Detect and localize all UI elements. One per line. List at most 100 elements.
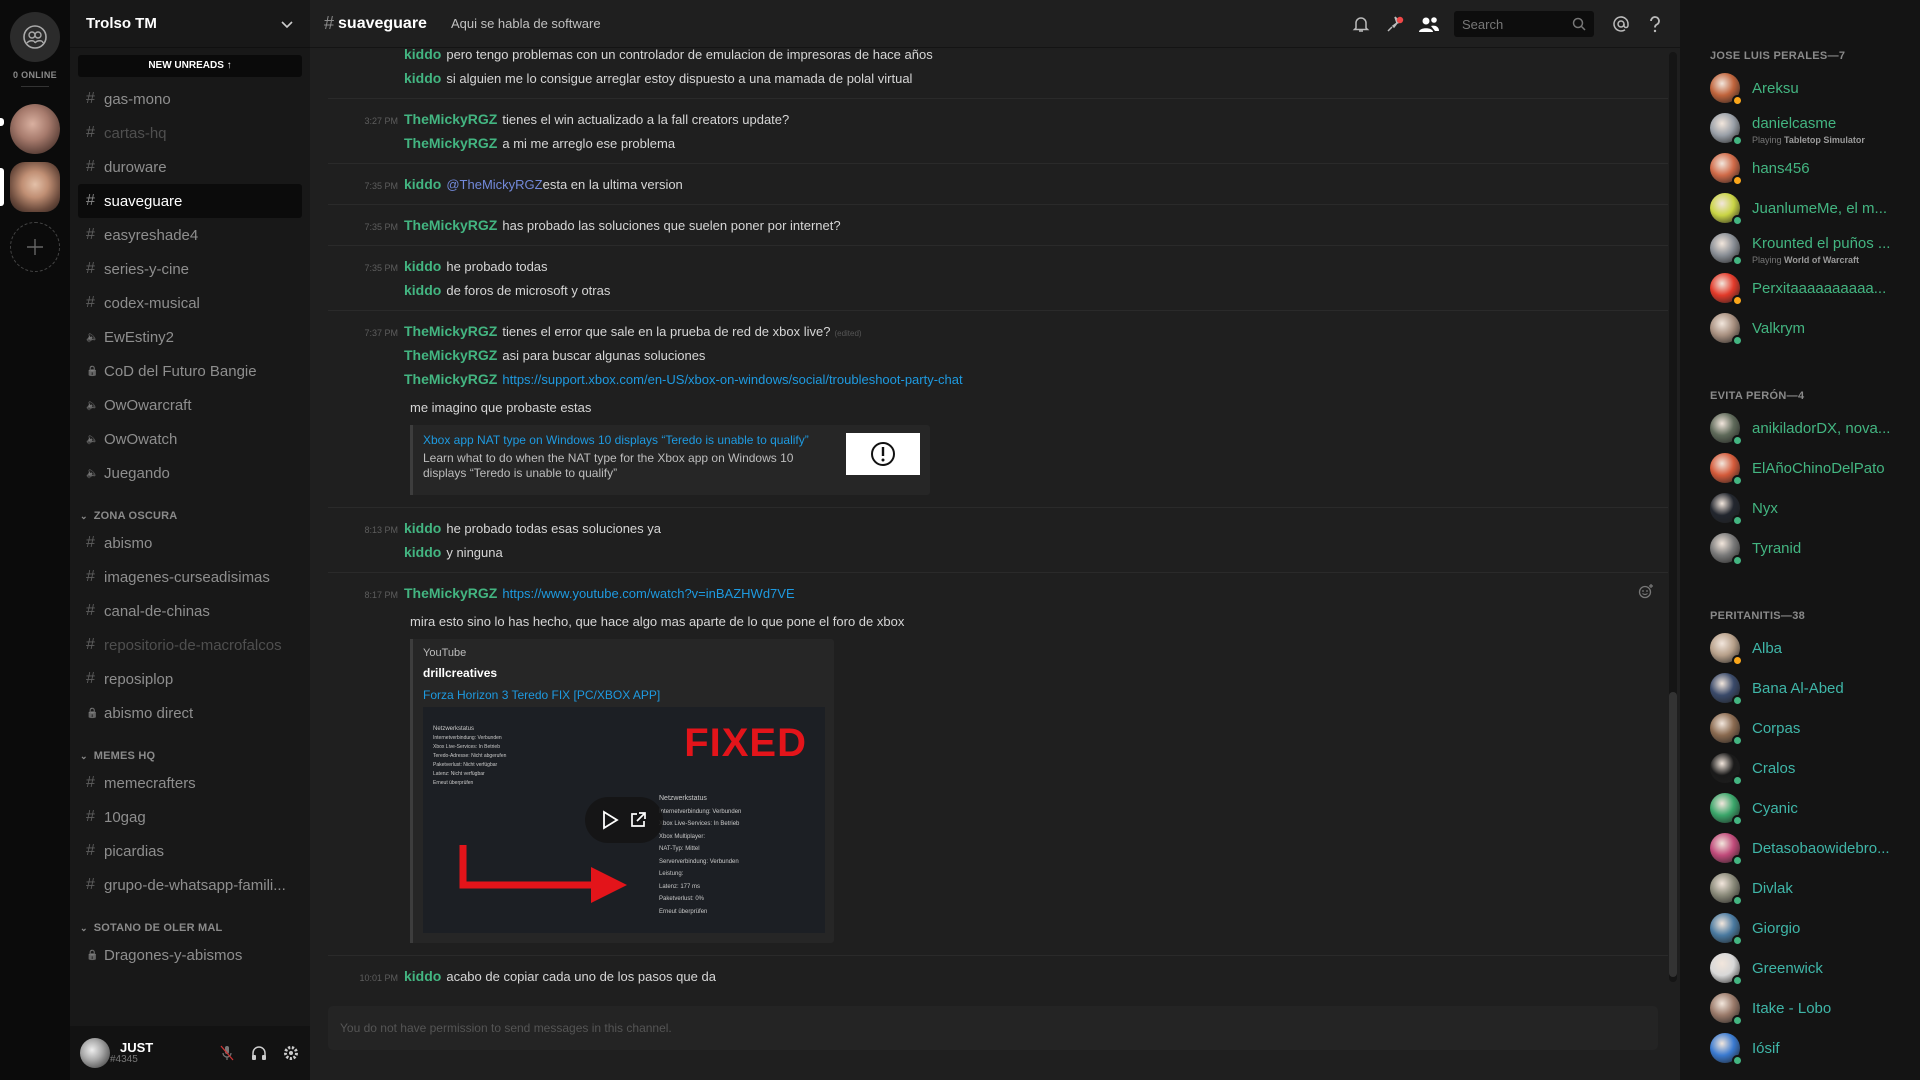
channel-imagenes-curseadisimas[interactable]: # imagenes-curseadisimas bbox=[78, 560, 302, 594]
channel-codex-musical[interactable]: # codex-musical bbox=[78, 286, 302, 320]
embed-title-link[interactable]: Forza Horizon 3 Teredo FIX [PC/XBOX APP] bbox=[423, 688, 824, 702]
channel-abismo[interactable]: # abismo bbox=[78, 526, 302, 560]
member-item[interactable]: Perxitaaaaaaaaaa... bbox=[1680, 268, 1920, 308]
channel-dragones-y-abismos[interactable]: 🔒 Dragones-y-abismos bbox=[78, 938, 302, 972]
scrollbar-thumb[interactable] bbox=[1669, 692, 1677, 977]
search-input[interactable]: Search bbox=[1454, 11, 1594, 37]
video-right-title: Netzwerkstatus bbox=[659, 795, 707, 802]
member-item[interactable]: Bana Al-Abed bbox=[1680, 668, 1920, 708]
member-list-icon[interactable] bbox=[1418, 13, 1440, 35]
member-item[interactable]: JuanlumeMe, el m... bbox=[1680, 188, 1920, 228]
member-item[interactable]: Tyranid bbox=[1680, 528, 1920, 568]
add-reaction-icon[interactable] bbox=[1638, 583, 1654, 604]
member-name: Divlak bbox=[1752, 879, 1793, 897]
help-icon[interactable] bbox=[1644, 13, 1666, 35]
author-name[interactable]: kiddo bbox=[404, 540, 441, 564]
channel-cod-del-futuro-bangie[interactable]: 🔒 CoD del Futuro Bangie bbox=[78, 354, 302, 388]
channel-label: cartas-hq bbox=[104, 124, 167, 142]
channel-series-y-cine[interactable]: # series-y-cine bbox=[78, 252, 302, 286]
member-item[interactable]: ElAñoChinoDelPato bbox=[1680, 448, 1920, 488]
channel-memecrafters[interactable]: # memecrafters bbox=[78, 766, 302, 800]
member-item[interactable]: hans456 bbox=[1680, 148, 1920, 188]
server-header[interactable]: Trolso TM bbox=[70, 0, 310, 48]
member-item[interactable]: Krounted el puños ... Playing World of Wa… bbox=[1680, 228, 1920, 268]
headphones-icon[interactable] bbox=[250, 1044, 268, 1062]
channel-label: canal-de-chinas bbox=[104, 602, 210, 620]
add-server-button[interactable] bbox=[10, 222, 60, 272]
online-status-icon bbox=[1732, 555, 1743, 566]
author-name[interactable]: kiddo bbox=[404, 254, 441, 278]
idle-status-icon bbox=[1732, 295, 1743, 306]
member-item[interactable]: Divlak bbox=[1680, 868, 1920, 908]
home-button[interactable] bbox=[10, 12, 60, 62]
channel-canal-de-chinas[interactable]: # canal-de-chinas bbox=[78, 594, 302, 628]
member-item[interactable]: Cyanic bbox=[1680, 788, 1920, 828]
category-memes-hq[interactable]: ⌄ MEMES HQ bbox=[78, 738, 302, 766]
video-left-row: Latenz: Nicht verfügbar bbox=[433, 771, 485, 777]
channel-duroware[interactable]: # duroware bbox=[78, 150, 302, 184]
member-item[interactable]: Cralos bbox=[1680, 748, 1920, 788]
member-item[interactable]: Valkrym bbox=[1680, 308, 1920, 348]
channel-cartas-hq[interactable]: # cartas-hq bbox=[78, 116, 302, 150]
video-thumbnail[interactable]: FIXED Netzwerkstatus Internetverbindung: V… bbox=[423, 707, 825, 933]
author-name[interactable]: TheMickyRGZ bbox=[404, 107, 497, 131]
author-name[interactable]: kiddo bbox=[404, 964, 441, 988]
channel-suaveguare[interactable]: # suaveguare bbox=[78, 184, 302, 218]
bell-icon[interactable] bbox=[1350, 13, 1372, 35]
channel-owowarcraft[interactable]: 🔈 OwOwarcraft bbox=[78, 388, 302, 422]
channel-ewestiny2[interactable]: 🔈 EwEstiny2 bbox=[78, 320, 302, 354]
message-link[interactable]: https://support.xbox.com/en-US/xbox-on-w… bbox=[502, 368, 962, 392]
mentions-icon[interactable] bbox=[1610, 13, 1632, 35]
open-external-icon[interactable] bbox=[629, 811, 647, 829]
author-name[interactable]: TheMickyRGZ bbox=[404, 581, 497, 605]
author-name[interactable]: kiddo bbox=[404, 172, 441, 196]
scrollbar[interactable] bbox=[1669, 52, 1677, 982]
server-icon-1[interactable] bbox=[10, 104, 60, 154]
channel-easyreshade4[interactable]: # easyreshade4 bbox=[78, 218, 302, 252]
message-link[interactable]: https://www.youtube.com/watch?v=inBAZHWd… bbox=[502, 582, 794, 606]
user-mention[interactable]: @TheMickyRGZ bbox=[446, 173, 542, 197]
video-controls[interactable] bbox=[585, 797, 663, 843]
channel-gas-mono[interactable]: # gas-mono bbox=[78, 82, 302, 116]
member-item[interactable]: Iósif bbox=[1680, 1028, 1920, 1068]
author-name[interactable]: kiddo bbox=[404, 278, 441, 302]
author-name[interactable]: TheMickyRGZ bbox=[404, 131, 497, 155]
member-item[interactable]: Areksu bbox=[1680, 68, 1920, 108]
pinned-messages-icon[interactable] bbox=[1384, 13, 1406, 35]
member-item[interactable]: danielcasme Playing Tabletop Simulator bbox=[1680, 108, 1920, 148]
channel-repositorio-de-macrofalcos[interactable]: # repositorio-de-macrofalcos bbox=[78, 628, 302, 662]
author-name[interactable]: TheMickyRGZ bbox=[404, 367, 497, 391]
author-name[interactable]: TheMickyRGZ bbox=[404, 343, 497, 367]
channel-juegando[interactable]: 🔈 Juegando bbox=[78, 456, 302, 490]
member-item[interactable]: Alba bbox=[1680, 628, 1920, 668]
member-item[interactable]: Greenwick bbox=[1680, 948, 1920, 988]
channel-owowatch[interactable]: 🔈 OwOwatch bbox=[78, 422, 302, 456]
channel-grupo-de-whatsapp-famili-[interactable]: # grupo-de-whatsapp-famili... bbox=[78, 868, 302, 902]
new-unreads-bar[interactable]: NEW UNREADS ↑ bbox=[78, 55, 302, 77]
member-item[interactable]: Detasobaowidebro... bbox=[1680, 828, 1920, 868]
channel-picardias[interactable]: # picardias bbox=[78, 834, 302, 868]
member-avatar bbox=[1710, 233, 1743, 266]
mute-microphone-icon[interactable] bbox=[218, 1044, 236, 1062]
category-sotano-de-oler-mal[interactable]: ⌄ SOTANO DE OLER MAL bbox=[78, 910, 302, 938]
alert-icon bbox=[871, 442, 895, 466]
member-item[interactable]: Nyx bbox=[1680, 488, 1920, 528]
channel-reposiplop[interactable]: # reposiplop bbox=[78, 662, 302, 696]
member-item[interactable]: anikiladorDX, nova... bbox=[1680, 408, 1920, 448]
author-name[interactable]: TheMickyRGZ bbox=[404, 319, 497, 343]
member-item[interactable]: Giorgio bbox=[1680, 908, 1920, 948]
settings-gear-icon[interactable] bbox=[282, 1044, 300, 1062]
category-zona-oscura[interactable]: ⌄ ZONA OSCURA bbox=[78, 498, 302, 526]
author-name[interactable]: TheMickyRGZ bbox=[404, 213, 497, 237]
member-item[interactable]: Itake - Lobo bbox=[1680, 988, 1920, 1028]
play-icon[interactable] bbox=[601, 810, 619, 830]
author-name[interactable]: kiddo bbox=[404, 66, 441, 90]
author-name[interactable]: kiddo bbox=[404, 516, 441, 540]
member-item[interactable]: Corpas bbox=[1680, 708, 1920, 748]
channel-abismo-direct[interactable]: 🔒 abismo direct bbox=[78, 696, 302, 730]
channel-10gag[interactable]: #10gag bbox=[78, 800, 302, 834]
author-name[interactable]: kiddo bbox=[404, 48, 441, 66]
embed-author[interactable]: drillcreatives bbox=[423, 666, 824, 680]
server-icon-trolso[interactable] bbox=[10, 162, 60, 212]
user-avatar[interactable] bbox=[80, 1038, 110, 1068]
